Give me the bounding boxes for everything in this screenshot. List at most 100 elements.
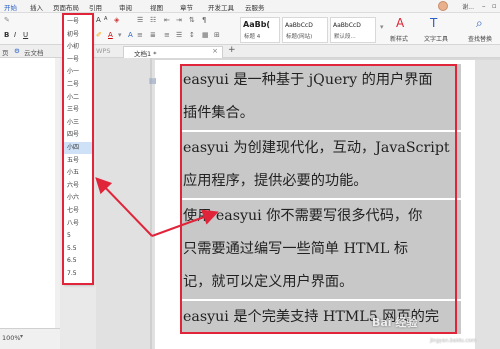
font-size-option[interactable]: 小二 <box>64 92 92 104</box>
find-replace-icon[interactable]: ⌕ <box>476 16 492 30</box>
left-panel-scrollbar[interactable] <box>55 58 60 328</box>
avatar[interactable] <box>438 1 448 11</box>
user-name[interactable]: 谢... <box>462 2 474 11</box>
tab-cloud-service[interactable]: 云服务 <box>245 2 265 12</box>
highlight-color-icon[interactable]: ✐ <box>96 31 102 39</box>
styles-more-icon[interactable]: ▾ <box>380 23 384 31</box>
style-caption: 标题 4 <box>244 34 261 40</box>
bold-button[interactable]: B <box>4 31 9 39</box>
tab-references[interactable]: 引用 <box>89 2 102 12</box>
text-tool-label[interactable]: 文字工具 <box>424 34 448 43</box>
font-size-option[interactable]: 小一 <box>64 66 92 78</box>
sort-icon[interactable]: ⇅ <box>189 16 195 24</box>
font-shrink-icon[interactable]: A <box>104 16 107 22</box>
underline-button[interactable]: U <box>23 31 28 39</box>
font-size-option[interactable]: 七号 <box>64 205 92 217</box>
wps-tab-label[interactable]: WPS <box>96 47 110 55</box>
align-right-icon[interactable]: ≡ <box>164 31 170 39</box>
text-tool-icon[interactable]: T <box>430 16 446 30</box>
font-size-option[interactable]: 二号 <box>64 79 92 91</box>
minimize-icon[interactable]: – <box>482 2 486 10</box>
font-size-option[interactable]: 四号 <box>64 129 92 141</box>
paragraph[interactable]: 使用 easyui 你不需要写很多代码，你 只需要通过编写一些简单 HTML 标… <box>181 200 461 299</box>
style-sample: AaBb( <box>243 20 271 29</box>
show-marks-icon[interactable]: ¶ <box>202 16 206 24</box>
document-tab[interactable]: 文档1 * × <box>123 46 223 58</box>
tab-insert[interactable]: 插入 <box>30 2 43 12</box>
font-size-option[interactable]: 7.5 <box>64 268 92 280</box>
text-line: 记，就可以定义用户界面。 <box>183 274 354 290</box>
document-content[interactable]: easyui 是一种基于 jQuery 的用户界面 插件集合。 easyui 为… <box>181 64 461 336</box>
font-size-option[interactable]: 小初 <box>64 41 92 53</box>
cloud-doc-icon[interactable]: ⚙ <box>14 47 20 55</box>
font-size-option[interactable]: 小三 <box>64 117 92 129</box>
font-size-option[interactable]: 五号 <box>64 155 92 167</box>
new-style-icon[interactable]: A <box>396 16 412 30</box>
document-tab-label: 文档1 * <box>134 50 157 58</box>
font-size-option[interactable]: 6.5 <box>64 255 92 267</box>
borders-icon[interactable]: ⊞ <box>214 31 220 39</box>
zoom-dropdown-icon[interactable]: ▾ <box>20 333 23 340</box>
font-grow-icon[interactable]: A <box>96 16 101 24</box>
font-size-option[interactable]: 一号 <box>64 54 92 66</box>
ribbon-tab-bar: 开始 插入 页面布局 引用 审阅 视图 章节 开发工具 云服务 谢... – ▫ <box>0 0 500 13</box>
align-left-icon[interactable]: ≡ <box>137 31 143 39</box>
style-caption: 默认段... <box>334 34 356 40</box>
text-line: 插件集合。 <box>183 105 254 121</box>
line-spacing-icon[interactable]: ↕ <box>189 31 195 39</box>
align-center-icon[interactable]: ≣ <box>150 31 156 39</box>
font-size-option[interactable]: 小六 <box>64 192 92 204</box>
font-size-option[interactable]: 八号 <box>64 218 92 230</box>
text-line: easyui 是个完美支持 HTML5 网页的完 <box>183 309 440 325</box>
restore-icon[interactable]: ▫ <box>492 2 497 10</box>
paragraph[interactable]: easyui 是个完美支持 HTML5 网页的完 <box>181 301 461 334</box>
italic-button[interactable]: I <box>14 31 16 39</box>
tab-home[interactable]: 开始 <box>4 2 17 12</box>
char-border-icon[interactable]: A <box>128 31 133 39</box>
bullets-icon[interactable]: ☰ <box>137 16 143 24</box>
justify-icon[interactable]: ☰ <box>176 31 182 39</box>
style-heading-website[interactable]: AaBbCcD 标题(网站) <box>282 17 328 43</box>
text-line: 使用 easyui 你不需要写很多代码，你 <box>183 208 423 224</box>
indent-decrease-icon[interactable]: ⇤ <box>164 16 170 24</box>
style-default-paragraph[interactable]: AaBbCcD 默认段... <box>330 17 376 43</box>
tab-chapter[interactable]: 章节 <box>180 2 193 12</box>
style-heading4[interactable]: AaBb( 标题 4 <box>240 17 280 43</box>
text-line: easyui 为创建现代化，互动，JavaScript <box>183 140 450 156</box>
vertical-ruler <box>150 58 152 349</box>
font-size-dropdown[interactable]: 一号 初号 小初 一号 小一 二号 小二 三号 小三 四号 小四 五号 小五 六号 小六 七号 八号 5 5.5 6.… <box>63 13 93 285</box>
new-tab-button[interactable]: + <box>228 45 236 55</box>
indent-increase-icon[interactable]: ⇥ <box>176 16 182 24</box>
font-size-option[interactable]: 5 <box>64 230 92 242</box>
zoom-level[interactable]: 100% <box>2 334 21 342</box>
tab-page-layout[interactable]: 页面布局 <box>53 2 79 12</box>
tab-review[interactable]: 审阅 <box>119 2 132 12</box>
close-icon[interactable]: × <box>212 47 218 55</box>
watermark-logo: Bai 经验 <box>372 316 418 329</box>
shading-icon[interactable]: ▦ <box>202 31 209 39</box>
page-marker-icon: ▤ <box>149 76 157 85</box>
find-replace-label[interactable]: 查找替换 <box>468 34 492 43</box>
font-size-option[interactable]: 小四 <box>64 142 92 154</box>
font-color-icon[interactable]: A <box>108 31 113 39</box>
font-size-option[interactable]: 六号 <box>64 180 92 192</box>
paragraph[interactable]: easyui 是一种基于 jQuery 的用户界面 插件集合。 <box>181 64 461 130</box>
horizontal-ruler <box>150 58 500 60</box>
tab-view[interactable]: 视图 <box>150 2 163 12</box>
format-painter-icon[interactable]: ✎ <box>4 16 10 24</box>
font-size-option[interactable]: 一号 <box>64 16 92 28</box>
new-style-label[interactable]: 新样式 <box>390 34 408 43</box>
font-size-option[interactable]: 初号 <box>64 29 92 41</box>
numbering-icon[interactable]: ☷ <box>150 16 156 24</box>
font-color-dropdown-icon[interactable]: ▾ <box>118 31 122 39</box>
clear-format-icon[interactable]: ◈ <box>114 16 119 24</box>
font-size-option[interactable]: 小五 <box>64 167 92 179</box>
font-size-option[interactable]: 5.5 <box>64 243 92 255</box>
style-sample: AaBbCcD <box>285 22 313 29</box>
cloud-doc-link[interactable]: 云文档 <box>24 47 44 57</box>
paragraph[interactable]: easyui 为创建现代化，互动，JavaScript 应用程序，提供必要的功能… <box>181 132 461 198</box>
pane-label: 页 <box>2 49 9 57</box>
left-panel <box>0 58 60 328</box>
font-size-option[interactable]: 三号 <box>64 104 92 116</box>
tab-developer[interactable]: 开发工具 <box>208 2 234 12</box>
